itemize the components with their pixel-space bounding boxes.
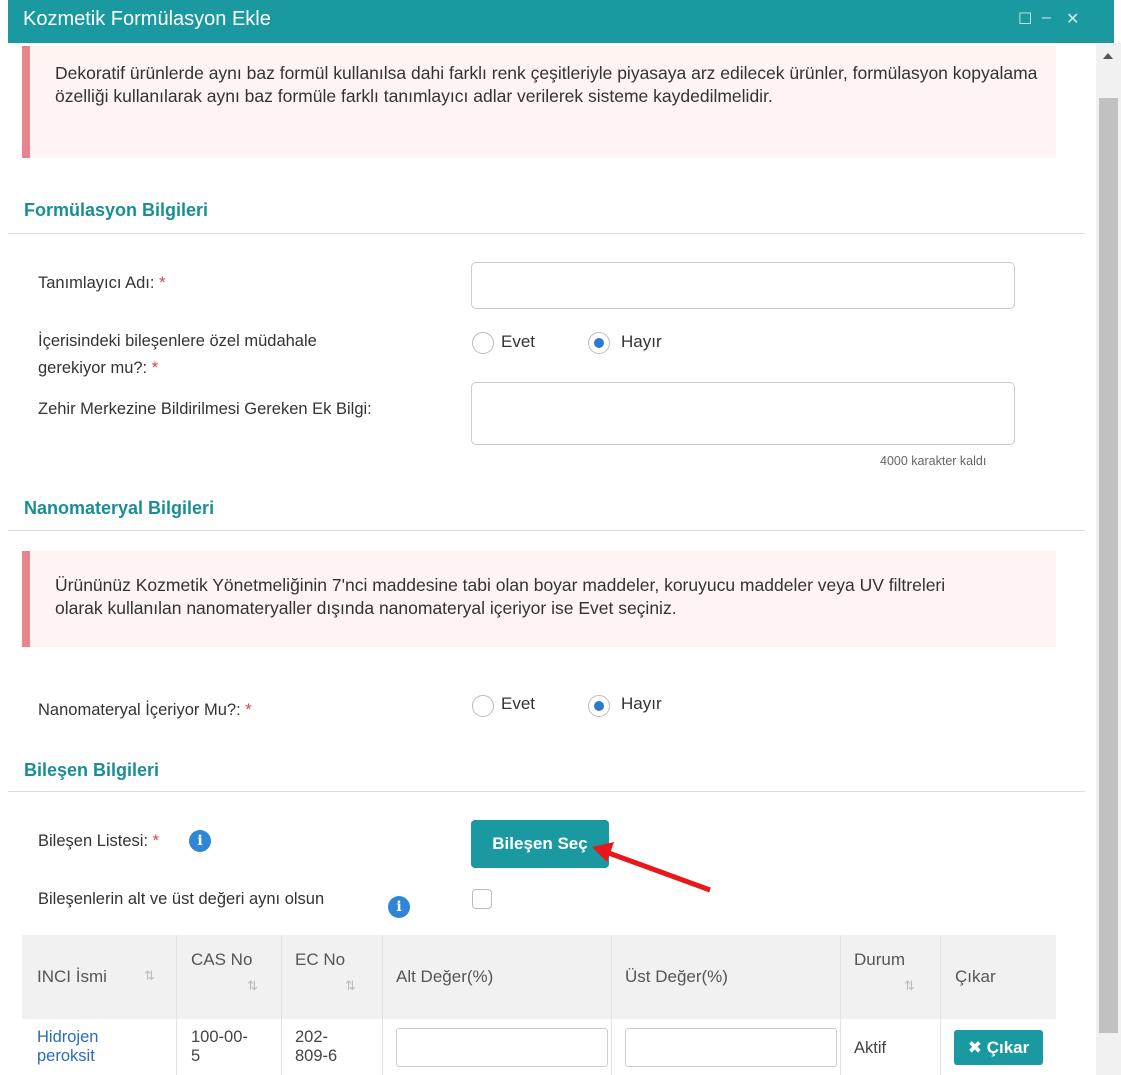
column-divider bbox=[382, 935, 383, 1075]
select-component-button[interactable]: Bileşen Seç bbox=[471, 820, 609, 868]
window-titlebar: Kozmetik Formülasyon Ekle ☐ – ✕ bbox=[8, 0, 1114, 43]
sort-icon[interactable]: ⇅ bbox=[904, 978, 915, 994]
info-icon[interactable]: i bbox=[189, 830, 211, 852]
required-marker: * bbox=[245, 701, 252, 719]
ec-number: 202- 809-6 bbox=[295, 1028, 337, 1066]
upper-value-input[interactable] bbox=[625, 1028, 837, 1067]
inci-name-line1[interactable]: Hidrojen bbox=[37, 1028, 98, 1046]
nano-radio-hayir[interactable] bbox=[588, 695, 610, 717]
identifier-input[interactable] bbox=[471, 262, 1015, 309]
column-header-remove: Çıkar bbox=[955, 967, 996, 986]
divider bbox=[8, 233, 1085, 234]
nano-alert-text: Ürününüz Kozmetik Yönetmeliğinin 7'nci m… bbox=[55, 575, 946, 618]
alert-text: Dekoratif ürünlerde aynı baz formül kull… bbox=[55, 63, 1038, 106]
cas-line1: 100-00- bbox=[191, 1028, 248, 1046]
window-title: Kozmetik Formülasyon Ekle bbox=[23, 8, 271, 30]
column-divider bbox=[611, 935, 612, 1075]
formulation-heading: Formülasyon Bilgileri bbox=[24, 200, 209, 220]
nano-question-text: Nanomateryal İçeriyor Mu?: bbox=[38, 701, 241, 719]
intervention-label-line1: İçerisindeki bileşenlere özel müdahale bbox=[38, 332, 317, 350]
intervention-option-evet[interactable]: Evet bbox=[501, 332, 535, 352]
scroll-up-icon[interactable] bbox=[1103, 53, 1113, 59]
required-marker: * bbox=[151, 359, 159, 377]
annotation-arrow bbox=[592, 842, 711, 893]
column-divider bbox=[840, 935, 841, 1075]
column-divider bbox=[281, 935, 282, 1075]
inci-name-line2[interactable]: peroksit bbox=[37, 1047, 95, 1065]
components-heading: Bileşen Bilgileri bbox=[24, 760, 160, 780]
char-counter: 4000 karakter kaldı bbox=[880, 454, 987, 468]
nano-radio-evet[interactable] bbox=[472, 695, 494, 717]
cas-line2: 5 bbox=[191, 1047, 201, 1065]
nano-option-evet[interactable]: Evet bbox=[501, 694, 535, 714]
same-values-label: Bileşenlerin alt ve üst değeri aynı olsu… bbox=[38, 890, 325, 908]
inci-name-link[interactable]: Hidrojen peroksit bbox=[37, 1028, 98, 1066]
remove-label: Çıkar bbox=[986, 1038, 1030, 1057]
scrollbar[interactable] bbox=[1096, 43, 1121, 1075]
column-header-inci[interactable]: INCI İsmi bbox=[37, 967, 107, 987]
cas-number: 100-00- 5 bbox=[191, 1028, 248, 1066]
nano-option-hayir[interactable]: Hayır bbox=[621, 694, 662, 714]
annotation-arrow-line bbox=[605, 849, 711, 893]
column-header-ec[interactable]: EC No bbox=[295, 950, 345, 970]
identifier-label-text: Tanımlayıcı Adı: bbox=[38, 274, 155, 292]
scroll-thumb[interactable] bbox=[1099, 98, 1118, 1033]
x-icon: ✖ bbox=[967, 1038, 982, 1057]
nano-alert: Ürününüz Kozmetik Yönetmeliğinin 7'nci m… bbox=[22, 551, 1056, 647]
column-divider bbox=[940, 935, 941, 1075]
sort-icon[interactable]: ⇅ bbox=[247, 978, 258, 994]
column-divider bbox=[176, 935, 177, 1075]
column-header-status[interactable]: Durum bbox=[854, 950, 905, 970]
component-list-label: Bileşen Listesi: * bbox=[38, 828, 159, 855]
nano-question-label: Nanomateryal İçeriyor Mu?: * bbox=[38, 697, 252, 724]
lower-value-input[interactable] bbox=[396, 1028, 608, 1067]
info-icon[interactable]: i bbox=[388, 896, 410, 918]
poison-center-textarea[interactable] bbox=[471, 382, 1015, 445]
intervention-option-hayir[interactable]: Hayır bbox=[621, 332, 662, 352]
intervention-label: İçerisindeki bileşenlere özel müdahale g… bbox=[38, 328, 317, 382]
column-header-upper: Üst Değer(%) bbox=[625, 967, 728, 986]
same-values-checkbox[interactable] bbox=[472, 889, 492, 909]
ec-line1: 202- bbox=[295, 1028, 329, 1046]
formulation-copy-alert: Dekoratif ürünlerde aynı baz formül kull… bbox=[22, 46, 1056, 158]
divider bbox=[8, 530, 1085, 531]
status-text: Aktif bbox=[854, 1039, 887, 1057]
remove-button[interactable]: ✖ Çıkar bbox=[954, 1030, 1043, 1065]
identifier-label: Tanımlayıcı Adı: * bbox=[38, 270, 165, 297]
table-header bbox=[22, 935, 1056, 1019]
ec-line2: 809-6 bbox=[295, 1047, 338, 1065]
nano-heading: Nanomateryal Bilgileri bbox=[24, 498, 215, 518]
required-marker: * bbox=[159, 274, 166, 292]
intervention-label-line2: gerekiyor mu?: bbox=[38, 359, 148, 377]
poison-center-label: Zehir Merkezine Bildirilmesi Gereken Ek … bbox=[38, 400, 372, 418]
component-list-text: Bileşen Listesi: bbox=[38, 832, 149, 850]
sort-icon[interactable]: ⇅ bbox=[144, 968, 155, 984]
intervention-radio-hayir[interactable] bbox=[588, 332, 610, 354]
intervention-radio-evet[interactable] bbox=[472, 332, 494, 354]
minimize-icon[interactable]: – bbox=[1042, 9, 1051, 27]
column-header-cas[interactable]: CAS No bbox=[191, 950, 252, 970]
close-icon[interactable]: ✕ bbox=[1066, 9, 1079, 29]
column-header-lower: Alt Değer(%) bbox=[396, 967, 494, 986]
maximize-icon[interactable]: ☐ bbox=[1018, 9, 1032, 29]
sort-icon[interactable]: ⇅ bbox=[345, 978, 356, 994]
required-marker: * bbox=[152, 832, 160, 850]
divider bbox=[8, 791, 1085, 792]
